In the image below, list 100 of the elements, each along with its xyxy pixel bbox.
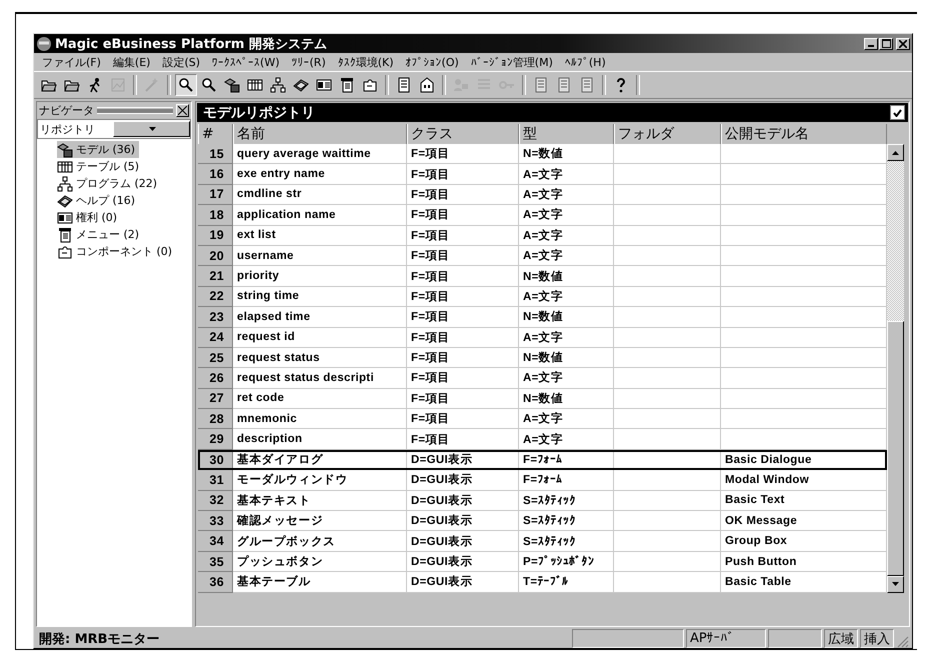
row-header: 18: [198, 205, 233, 226]
column-header[interactable]: 名前: [233, 124, 407, 144]
panel-title: ナビゲータ: [39, 103, 94, 118]
table-cell: モーダルウィンドウ: [233, 470, 407, 491]
table-cell: S=ｽﾀﾃｨｯｸ: [519, 531, 614, 552]
table-cell: P=ﾌﾟｯｼｭﾎﾞﾀﾝ: [519, 552, 614, 572]
row-header: 26: [198, 368, 233, 389]
table-cell: application name: [233, 205, 407, 226]
row-header: 22: [198, 286, 233, 308]
column-header[interactable]: クラス: [407, 124, 519, 144]
up-arrow-icon: [892, 150, 899, 154]
id-card-icon: [57, 210, 73, 226]
minimize-button[interactable]: [864, 38, 878, 50]
document-icon: [396, 77, 412, 93]
tree-item[interactable]: 権利 (0): [57, 209, 122, 226]
table-cell: 基本テキスト: [233, 490, 407, 512]
drag-grip[interactable]: [97, 107, 173, 114]
table-cell: N=数値: [519, 266, 614, 287]
table-cell: T=ﾃｰﾌﾞﾙ: [519, 572, 614, 593]
menu-item[interactable]: ﾜｰｸｽﾍﾟｰｽ(W): [206, 56, 286, 68]
row-header: 27: [198, 388, 233, 410]
menu-item[interactable]: ﾊﾞｰｼﾞｮﾝ管理(M): [464, 54, 559, 70]
tree-item[interactable]: プログラム (22): [57, 175, 162, 192]
tree-item[interactable]: メニュー (2): [57, 226, 144, 243]
table-cell: elapsed time: [233, 307, 407, 328]
document-icon: [533, 77, 549, 93]
search-icon: [178, 77, 194, 93]
down-arrow-icon: [892, 582, 899, 586]
table-cell: Basic Dialogue: [721, 450, 887, 470]
status-panel: 挿入: [860, 629, 894, 648]
book-icon: [293, 77, 309, 93]
menu-item[interactable]: ﾂﾘｰ(R): [286, 56, 332, 68]
table-cell: query average waittime: [233, 144, 407, 164]
close-button[interactable]: [176, 104, 189, 117]
table-cell: F=項目: [407, 246, 519, 266]
tree-item[interactable]: ヘルプ (16): [57, 192, 140, 209]
checkbox[interactable]: [890, 105, 905, 120]
table-cell: OK Message: [721, 511, 887, 532]
row-header: 32: [198, 490, 233, 512]
repository-dropdown[interactable]: リポジトリ: [37, 119, 191, 139]
table-cell: F=項目: [407, 328, 519, 348]
row-header: 16: [198, 164, 233, 185]
table-cell: F=項目: [407, 429, 519, 450]
table-cell: F=項目: [407, 409, 519, 430]
table-cell: cmdline str: [233, 184, 407, 206]
close-button[interactable]: [896, 38, 910, 50]
table-cell: D=GUI表示: [407, 531, 519, 552]
table-cell: D=GUI表示: [407, 450, 519, 470]
column-header[interactable]: フォルダ: [614, 124, 721, 144]
column-header[interactable]: #: [198, 124, 233, 144]
toolbar-button[interactable]: [175, 74, 197, 96]
status-message: 開発: MRBモニター: [38, 630, 161, 648]
table-cell: F=項目: [407, 184, 519, 206]
table-cell: string time: [233, 286, 407, 308]
menu-item[interactable]: ﾍﾙﾌﾟ(H): [558, 56, 612, 68]
menu-item[interactable]: 設定(S): [156, 54, 206, 70]
menu-item[interactable]: ｵﾌﾟｼｮﾝ(O): [400, 56, 465, 68]
table-cell: 基本テーブル: [233, 572, 407, 593]
resize-grip-icon: [896, 635, 909, 648]
row-header: 24: [198, 328, 233, 348]
close-icon: [178, 106, 187, 115]
tree-item[interactable]: コンポーネント (0): [57, 243, 176, 260]
selected-row[interactable]: 30 基本ダイアログ D=GUI表示 F=ﾌｫｰﾑ Basic Dialogue: [198, 450, 887, 470]
table-cell: F=項目: [407, 205, 519, 226]
row-header: 31: [198, 470, 233, 491]
maximize-button[interactable]: [879, 38, 893, 50]
table-cell: A=文字: [519, 164, 614, 185]
row-header: 21: [198, 266, 233, 287]
stacked-shapes-icon: [57, 142, 73, 158]
tree-item[interactable]: モデル (36): [57, 141, 140, 158]
column-header[interactable]: 型: [519, 124, 614, 144]
table-cell: A=文字: [519, 246, 614, 266]
table-cell: N=数値: [519, 348, 614, 368]
row-header: 19: [198, 226, 233, 246]
table-cell: ext list: [233, 226, 407, 246]
tree-item[interactable]: テーブル (5): [57, 158, 144, 175]
table-cell: N=数値: [519, 144, 614, 164]
menu-item[interactable]: ファイル(F): [36, 54, 107, 70]
table-cell: request status descripti: [233, 368, 407, 389]
scrollbar[interactable]: [887, 144, 904, 593]
puzzle-icon: [57, 244, 73, 260]
menu-item[interactable]: 編集(E): [106, 54, 156, 70]
panel-title: モデルリポジトリ: [203, 104, 316, 122]
document-icon: [579, 77, 595, 93]
row-header: 17: [198, 184, 233, 206]
menu-icon: [339, 77, 355, 93]
table-cell: request status: [233, 348, 407, 368]
table-cell: A=文字: [519, 205, 614, 226]
maximize-icon: [882, 39, 890, 48]
row-header: 35: [198, 552, 233, 572]
table-cell: F=項目: [407, 164, 519, 185]
table-cell: F=項目: [407, 388, 519, 410]
row-header: 33: [198, 511, 233, 532]
column-header[interactable]: 公開モデル名: [721, 124, 887, 144]
menu-item[interactable]: ﾀｽｸ環境(K): [332, 54, 400, 70]
table-cell: S=ｽﾀﾃｨｯｸ: [519, 511, 614, 532]
table-cell: F=項目: [407, 144, 519, 164]
table-cell: プッシュボタン: [233, 552, 407, 572]
table-cell: ret code: [233, 388, 407, 410]
table-cell: S=ｽﾀﾃｨｯｸ: [519, 490, 614, 512]
